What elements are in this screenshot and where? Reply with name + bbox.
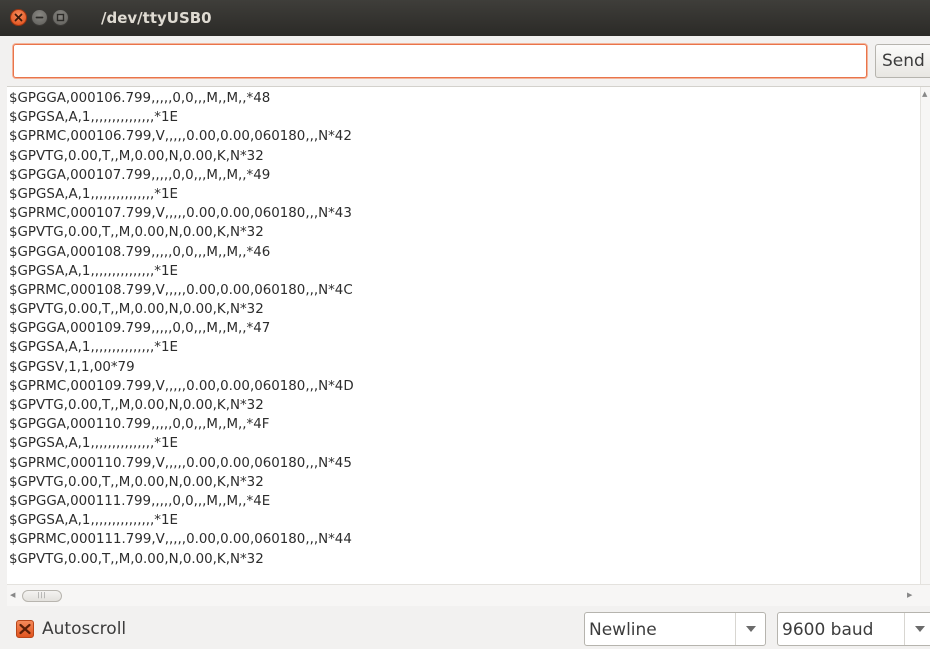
output-line: $GPVTG,0.00,T,,M,0.00,N,0.00,K,N*32 bbox=[9, 398, 264, 413]
output-line: $GPVTG,0.00,T,,M,0.00,N,0.00,K,N*32 bbox=[9, 302, 264, 318]
output-line: $GPVTG,0.00,T,,M,0.00,N,0.00,K,N*32 bbox=[9, 474, 264, 490]
close-icon[interactable] bbox=[10, 9, 27, 26]
window-title: /dev/ttyUSB0 bbox=[101, 9, 212, 27]
baud-rate-value: 9600 baud bbox=[782, 620, 874, 640]
output-line: $GPRMC,000111.799,V,,,,,0.00,0.00,060180… bbox=[9, 532, 352, 548]
chevron-down-icon[interactable] bbox=[904, 613, 930, 645]
autoscroll-label[interactable]: Autoscroll bbox=[42, 618, 126, 640]
output-line: $GPGSA,A,1,,,,,,,,,,,,,,,*1E bbox=[9, 340, 178, 356]
chevron-down-icon[interactable] bbox=[735, 613, 765, 645]
line-ending-value: Newline bbox=[589, 620, 657, 640]
minimize-icon[interactable] bbox=[31, 9, 48, 26]
output-line: $GPVTG,0.00,T,,M,0.00,N,0.00,K,N*32 bbox=[9, 551, 264, 567]
output-line: $GPVTG,0.00,T,,M,0.00,N,0.00,K,N*32 bbox=[9, 148, 264, 164]
output-line: $GPRMC,000109.799,V,,,,,0.00,0.00,060180… bbox=[9, 378, 354, 394]
output-line: $GPGGA,000111.799,,,,,0,0,,,M,,M,,*4E bbox=[9, 493, 271, 509]
serial-output-text: $GPGGA,000106.799,,,,,0,0,,,M,,M,,*48 $GP… bbox=[9, 89, 914, 569]
output-line: $GPGSA,A,1,,,,,,,,,,,,,,,*1E bbox=[9, 436, 178, 452]
output-line: $GPRMC,000110.799,V,,,,,0.00,0.00,060180… bbox=[9, 455, 352, 471]
send-button[interactable]: Send bbox=[875, 44, 930, 78]
output-line: $GPGGA,000106.799,,,,,0,0,,,M,,M,,*48 bbox=[9, 91, 271, 106]
vertical-scrollbar[interactable]: ▲ bbox=[920, 87, 930, 584]
serial-output-panel[interactable]: $GPGGA,000106.799,,,,,0,0,,,M,,M,,*48 $GP… bbox=[7, 86, 930, 606]
checkmark-icon bbox=[19, 623, 31, 635]
scroll-left-arrow-icon[interactable]: ◀ bbox=[10, 591, 15, 599]
bottom-toolbar: Autoscroll Newline 9600 baud bbox=[0, 606, 930, 649]
horizontal-scroll-thumb[interactable]: ||| bbox=[22, 590, 62, 602]
output-line: $GPGSA,A,1,,,,,,,,,,,,,,,*1E bbox=[9, 186, 178, 202]
output-line: $GPRMC,000107.799,V,,,,,0.00,0.00,060180… bbox=[9, 206, 352, 222]
baud-rate-select[interactable]: 9600 baud bbox=[777, 612, 930, 646]
scroll-up-arrow-icon[interactable]: ▲ bbox=[922, 90, 927, 98]
serial-send-input[interactable] bbox=[13, 44, 867, 78]
output-line: $GPVTG,0.00,T,,M,0.00,N,0.00,K,N*32 bbox=[9, 225, 264, 241]
output-line: $GPGSA,A,1,,,,,,,,,,,,,,,*1E bbox=[9, 263, 178, 279]
horizontal-scrollbar[interactable]: ◀ ||| ▶ bbox=[7, 584, 930, 606]
maximize-icon[interactable] bbox=[52, 9, 69, 26]
line-ending-select[interactable]: Newline bbox=[584, 612, 766, 646]
output-line: $GPRMC,000108.799,V,,,,,0.00,0.00,060180… bbox=[9, 282, 353, 298]
output-line: $GPGGA,000109.799,,,,,0,0,,,M,,M,,*47 bbox=[9, 321, 271, 337]
title-bar: /dev/ttyUSB0 bbox=[0, 0, 930, 36]
output-line: $GPGSA,A,1,,,,,,,,,,,,,,,*1E bbox=[9, 513, 178, 529]
autoscroll-checkbox[interactable] bbox=[16, 620, 34, 638]
output-line: $GPGGA,000107.799,,,,,0,0,,,M,,M,,*49 bbox=[9, 167, 271, 183]
output-line: $GPGGA,000110.799,,,,,0,0,,,M,,M,,*4F bbox=[9, 417, 270, 433]
output-line: $GPRMC,000106.799,V,,,,,0.00,0.00,060180… bbox=[9, 129, 352, 145]
output-line: $GPGSV,1,1,00*79 bbox=[9, 359, 135, 375]
scroll-right-arrow-icon[interactable]: ▶ bbox=[907, 591, 912, 599]
output-line: $GPGSA,A,1,,,,,,,,,,,,,,,*1E bbox=[9, 110, 178, 126]
output-line: $GPGGA,000108.799,,,,,0,0,,,M,,M,,*46 bbox=[9, 244, 271, 260]
